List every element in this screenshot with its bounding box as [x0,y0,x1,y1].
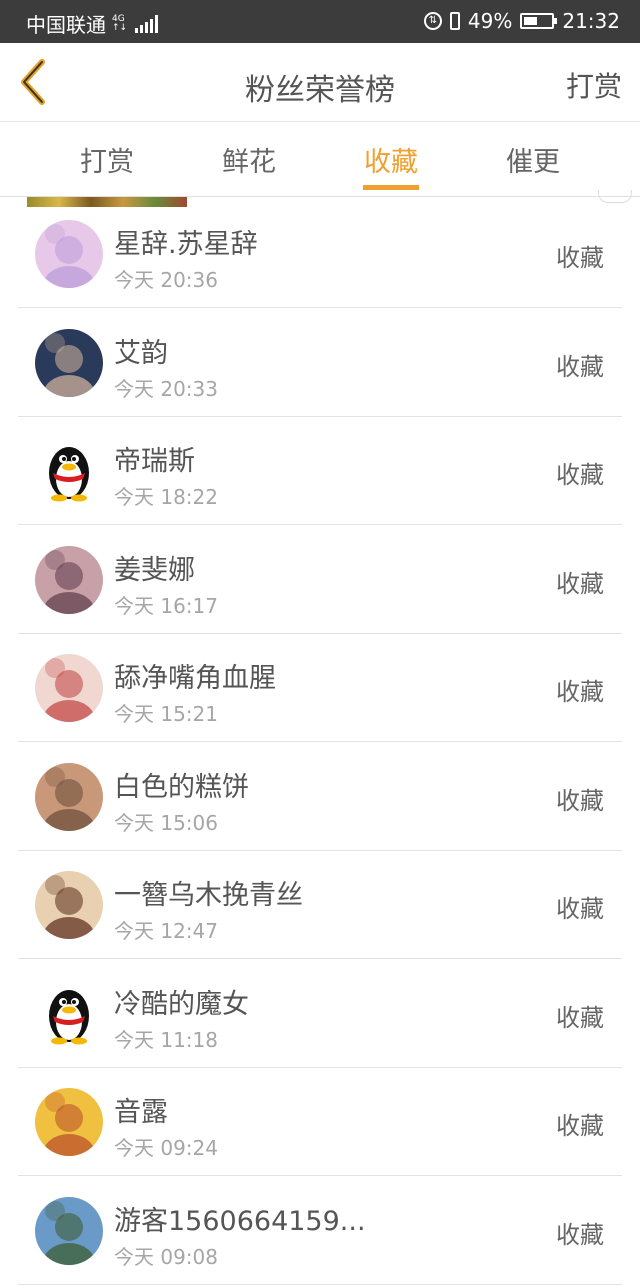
fan-name: 冷酷的魔女 [114,988,249,1020]
fan-name: 艾韵 [114,337,168,369]
fan-action-label: 收藏 [556,678,604,706]
fan-action-label: 收藏 [556,352,604,381]
reward-button[interactable]: 打赏 [566,65,622,105]
status-left: 中国联通 4G ↑↓ [26,9,159,38]
fan-action-label: 收藏 [556,461,604,489]
data-saver-icon: ⇅ [423,12,442,30]
fan-list-item[interactable]: 星辞.苏星辞今天 20:36 收藏 [18,200,622,308]
fan-action-label: 收藏 [556,244,604,272]
fan-name: 音露 [114,1097,168,1128]
status-bar: 中国联通 4G ↑↓ ⇅ 49% 21:32 [0,0,640,43]
fan-list-item[interactable]: 游客1560664159... 今天 09:08 收藏 [18,1177,622,1285]
fan-list-item[interactable]: 音露今天 09:24 收藏 [18,1068,622,1176]
fan-action-label: 收藏 [556,569,604,598]
fan-action-label: 收藏 [556,895,604,923]
fan-time: 今天 09:08 [114,1244,218,1269]
fan-list-item[interactable]: 帝瑞斯今天 18:22 收藏 [18,417,622,525]
fan-action-label: 收藏 [556,1112,604,1140]
fan-time: 今天 20:36 [114,268,218,292]
network-type: 4G ↑↓ [112,13,128,33]
fan-time: 今天 11:18 [114,1027,218,1052]
avatar[interactable] [35,328,103,397]
avatar[interactable] [35,1196,103,1265]
battery-icon [520,13,558,29]
tab-favorites[interactable]: 收藏 [320,140,462,179]
fan-name: 星辞.苏星辞 [114,229,258,260]
fan-time: 今天 15:06 [114,810,218,835]
avatar[interactable] [35,437,103,505]
fan-name: 白色的糕饼 [114,771,249,803]
fan-list-item[interactable]: 艾韵今天 20:33 收藏 [18,309,622,417]
fan-name: 姜斐娜 [114,554,195,586]
fan-time: 今天 09:24 [114,1136,218,1160]
fan-list-item[interactable]: 冷酷的魔女今天 11:18 收藏 [18,960,622,1068]
battery-percent: 49% [467,9,513,33]
fan-list-item[interactable]: 姜斐娜今天 16:17 收藏 [18,526,622,634]
fan-action-label: 收藏 [556,1220,604,1249]
tab-bar: 打赏 鲜花 收藏 催更 [0,122,640,197]
app-header: 粉丝荣誉榜 打赏 [0,43,640,122]
carrier-label: 中国联通 [26,13,106,37]
avatar[interactable] [35,871,103,939]
fan-action-label: 收藏 [556,786,604,815]
fan-list-item[interactable]: 一簪乌木挽青丝今天 12:47 收藏 [18,851,622,959]
fan-name: 游客1560664159... [114,1205,366,1237]
avatar[interactable] [35,545,103,614]
fan-list-item[interactable]: 舔净嘴角血腥今天 15:21 收藏 [18,634,622,742]
tab-flowers[interactable]: 鲜花 [178,140,320,179]
row-divider [18,1283,622,1285]
active-tab-indicator [363,185,419,190]
avatar[interactable] [35,220,103,288]
vibrate-icon [449,12,460,30]
fan-list-item[interactable]: 白色的糕饼今天 15:06 收藏 [18,743,622,851]
page-title: 粉丝荣誉榜 [245,73,395,108]
fan-time: 今天 16:17 [114,593,218,618]
avatar[interactable] [35,1088,103,1156]
tab-reward[interactable]: 打赏 [36,140,178,179]
avatar[interactable] [35,980,103,1048]
fan-time: 今天 18:22 [114,485,218,509]
signal-icon [135,14,159,33]
fan-name: 帝瑞斯 [114,446,195,477]
fan-time: 今天 20:33 [114,376,218,401]
avatar[interactable] [35,654,103,722]
fan-action-label: 收藏 [556,1003,604,1032]
status-right: ⇅ 49% 21:32 [423,9,620,33]
clock: 21:32 [562,9,620,33]
fan-time: 今天 12:47 [114,919,218,943]
fan-time: 今天 15:21 [114,702,218,726]
fan-name: 舔净嘴角血腥 [114,663,276,694]
tab-urge-update[interactable]: 催更 [462,140,604,179]
avatar[interactable] [35,762,103,831]
fan-name: 一簪乌木挽青丝 [114,880,303,911]
